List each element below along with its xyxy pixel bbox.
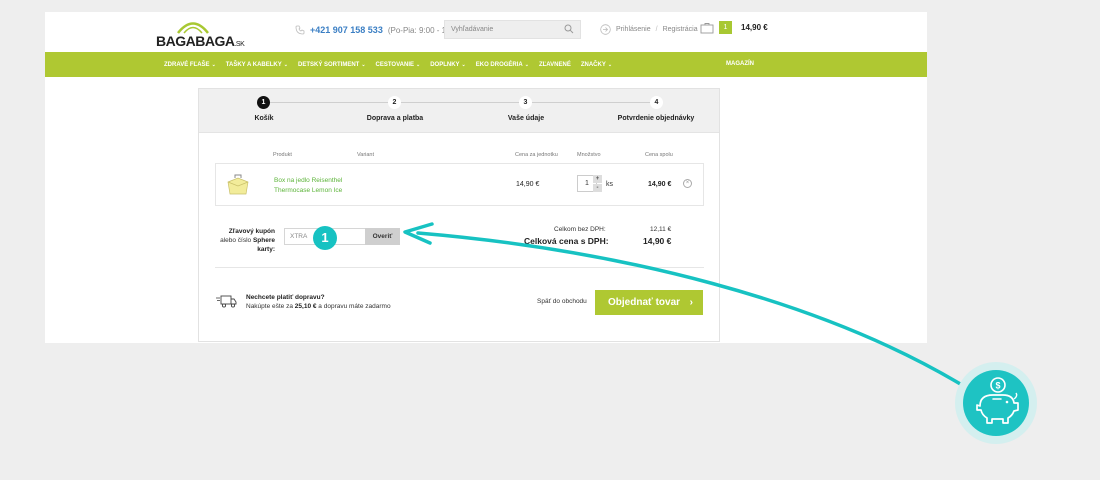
piggy-bank-badge: $ <box>955 362 1037 444</box>
piggy-bank-circle: $ <box>963 370 1029 436</box>
annotation-step-badge: 1 <box>313 226 337 250</box>
annotation-arrow <box>403 222 964 387</box>
svg-text:$: $ <box>995 381 1000 391</box>
piggy-bank-icon: $ <box>976 377 1019 424</box>
